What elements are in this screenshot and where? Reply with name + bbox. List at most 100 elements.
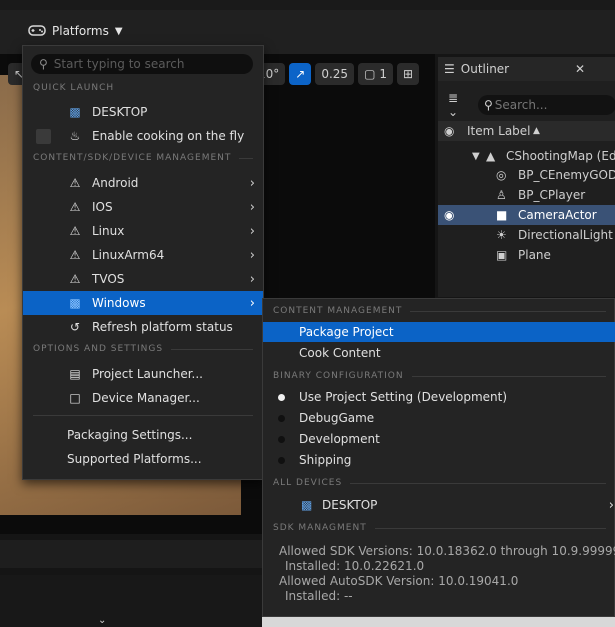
windows-submenu: CONTENT MANAGEMENT Package Project Cook … [262, 298, 615, 617]
chevron-right-icon: › [608, 497, 614, 513]
column-header[interactable]: ◉ Item Label ▲ [438, 121, 615, 141]
menu-item-android[interactable]: ⚠ Android › [23, 171, 263, 195]
visibility-icon[interactable]: ◉ [444, 208, 454, 222]
outliner-search[interactable]: ⚲ [477, 95, 615, 115]
outliner-row[interactable]: ▣ Plane [438, 245, 615, 265]
pawn-icon: ♙ [496, 188, 507, 202]
menu-item-label: DESKTOP [92, 105, 148, 119]
menu-item-label: Packaging Settings... [67, 428, 193, 442]
camera-speed[interactable]: ▢ 1 [358, 63, 394, 85]
section-label: QUICK LAUNCH [33, 83, 115, 93]
outliner-panel: ☰ Outliner ✕ ≣ ⌄ ⚲ ◉ Item Label ▲ ▼ ▲ CS… [438, 57, 615, 297]
radio-icon[interactable] [278, 414, 285, 422]
scale-snap[interactable]: ↗ [289, 63, 312, 85]
sdk-installed: Installed: 10.0.22621.0 [285, 559, 425, 573]
menu-search-input[interactable] [53, 57, 234, 71]
outliner-row-label: BP_CPlayer [518, 188, 586, 202]
menu-item-desktop[interactable]: ▩ DESKTOP [23, 100, 263, 124]
radio-icon[interactable] [278, 456, 285, 464]
menu-item-label: Enable cooking on the fly [92, 129, 245, 143]
expand-icon[interactable]: ▼ [472, 151, 480, 162]
radio-selected-icon[interactable] [278, 393, 285, 401]
layout-button[interactable]: ⊞ [397, 63, 420, 85]
config-option[interactable]: Development [263, 429, 615, 449]
menu-item-ios[interactable]: ⚠ IOS › [23, 195, 263, 219]
outliner-row-label: CShootingMap (Edi [506, 149, 615, 163]
top-strip [0, 0, 615, 10]
warning-icon: ⚠ [69, 200, 81, 214]
device-label: DESKTOP [322, 498, 378, 512]
menu-item-label: Cook Content [299, 346, 381, 360]
bottom-strip [262, 617, 615, 627]
outliner-row[interactable]: ◎ BP_CEnemyGOD [438, 165, 615, 185]
platforms-label: Platforms [52, 24, 109, 38]
menu-item-label: Android [92, 176, 139, 190]
config-label: Shipping [299, 453, 352, 467]
radio-icon[interactable] [278, 435, 285, 443]
warning-icon: ⚠ [69, 224, 81, 238]
menu-item-label: Refresh platform status [92, 320, 233, 334]
search-icon: ⚲ [39, 57, 48, 71]
cooking-icon: ♨ [69, 129, 81, 143]
menu-item-label: Linux [92, 224, 125, 238]
menu-item-tvos[interactable]: ⚠ TVOS › [23, 267, 263, 291]
scale-value: 0.25 [321, 67, 349, 81]
section-content-management: CONTENT MANAGEMENT [273, 306, 606, 316]
outliner-row[interactable]: ◉ ■ CameraActor [438, 205, 615, 225]
launcher-icon: ▤ [69, 367, 81, 381]
section-binary-configuration: BINARY CONFIGURATION [273, 371, 606, 381]
close-icon[interactable]: ✕ [575, 62, 585, 76]
menu-search[interactable]: ⚲ [31, 54, 253, 74]
outliner-search-input[interactable] [492, 97, 607, 113]
scale-value-pill[interactable]: 0.25 [315, 63, 355, 85]
menu-item-label: TVOS [92, 272, 125, 286]
outliner-row[interactable]: ♙ BP_CPlayer [438, 185, 615, 205]
visibility-icon[interactable]: ◉ [444, 124, 454, 138]
platforms-button[interactable]: Platforms ▼ [28, 20, 123, 42]
bottom-panel [0, 540, 262, 568]
config-label: Development [299, 432, 380, 446]
config-option[interactable]: Use Project Setting (Development) [263, 387, 615, 407]
menu-item-label: Package Project [299, 325, 394, 339]
config-option[interactable]: Shipping [263, 450, 615, 470]
platforms-menu: ⚲ QUICK LAUNCH ▩ DESKTOP ♨ Enable cookin… [22, 45, 264, 480]
chevron-down-icon: ▼ [114, 25, 123, 37]
outliner-row-label: DirectionalLight [518, 228, 613, 242]
chevron-right-icon: › [249, 223, 255, 239]
menu-item-label: Supported Platforms... [67, 452, 202, 466]
menu-item-packaging-settings[interactable]: Packaging Settings... [23, 423, 263, 447]
menu-item-refresh[interactable]: ↺ Refresh platform status [23, 315, 263, 339]
outliner-title: Outliner [460, 62, 510, 76]
chevron-right-icon: › [249, 271, 255, 287]
warning-icon: ⚠ [69, 176, 81, 190]
menu-item-device-manager[interactable]: □ Device Manager... [23, 386, 263, 410]
menu-item-project-launcher[interactable]: ▤ Project Launcher... [23, 362, 263, 386]
menu-item-supported-platforms[interactable]: Supported Platforms... [23, 447, 263, 471]
cook-content-item[interactable]: Cook Content [263, 343, 615, 363]
outliner-row[interactable]: ☀ DirectionalLight [438, 225, 615, 245]
menu-item-linux[interactable]: ⚠ Linux › [23, 219, 263, 243]
outliner-row-label: BP_CEnemyGOD [518, 168, 615, 182]
section-label: ALL DEVICES [273, 478, 343, 488]
search-icon: ⚲ [483, 98, 493, 112]
section-quick-launch: QUICK LAUNCH [33, 83, 253, 93]
chevron-down-icon[interactable]: ⌄ [98, 615, 106, 626]
chevron-right-icon: › [249, 175, 255, 191]
device-item-desktop[interactable]: ▩ DESKTOP › [263, 495, 615, 515]
package-project-item[interactable]: Package Project [263, 322, 615, 342]
filter-icon[interactable]: ≣ ⌄ [448, 91, 470, 119]
menu-item-cooking[interactable]: ♨ Enable cooking on the fly [23, 124, 263, 148]
sort-up-icon: ▲ [533, 126, 540, 136]
autosdk-installed: Installed: -- [285, 589, 353, 603]
outliner-row[interactable]: ▼ ▲ CShootingMap (Edi [438, 146, 615, 166]
outliner-icon: ☰ [444, 62, 455, 76]
menu-item-label: Windows [92, 296, 146, 310]
config-option[interactable]: DebugGame [263, 408, 615, 428]
cooking-checkbox[interactable] [36, 128, 51, 144]
menu-item-windows[interactable]: ▩ Windows › [23, 291, 263, 315]
outliner-toolbar: ≣ ⌄ ⚲ [448, 91, 615, 119]
camera-icon: ▢ [364, 67, 376, 81]
menu-item-linuxarm64[interactable]: ⚠ LinuxArm64 › [23, 243, 263, 267]
outliner-row-label: Plane [518, 248, 551, 262]
windows-icon: ▩ [69, 105, 81, 119]
